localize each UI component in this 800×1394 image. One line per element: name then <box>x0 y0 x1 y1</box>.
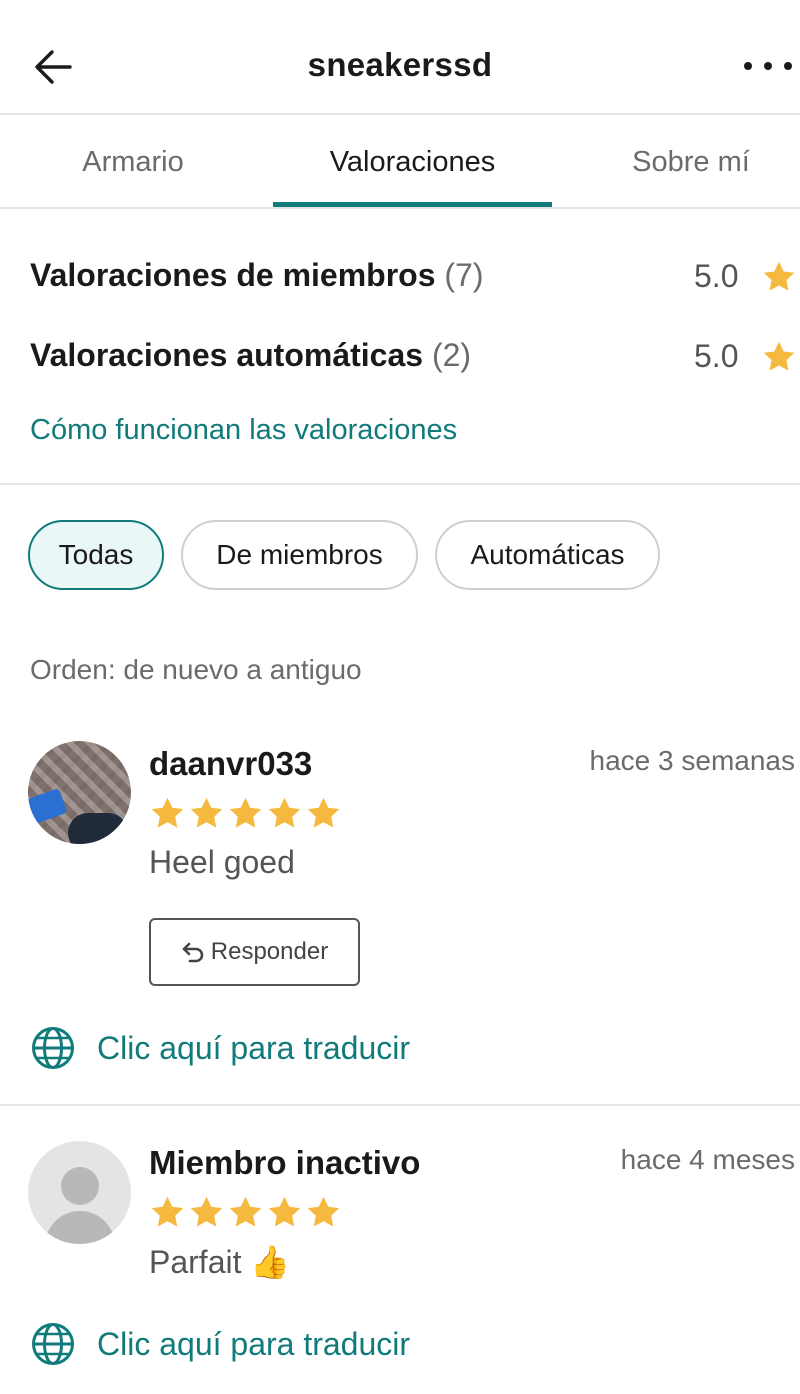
translate-link[interactable]: Clic aquí para traducir <box>30 1023 410 1073</box>
star-icon <box>763 261 795 291</box>
member-ratings-count: (7) <box>444 257 484 293</box>
reviewer-username[interactable]: daanvr033 <box>149 745 312 783</box>
automatic-ratings-title: Valoraciones automáticas <box>30 337 424 373</box>
member-ratings-label: Valoraciones de miembros (7) <box>30 257 484 294</box>
star-icon <box>268 797 301 828</box>
automatic-ratings-count: (2) <box>431 337 472 373</box>
top-bar: sneakerssd <box>0 0 800 115</box>
star-icon <box>229 1196 262 1227</box>
star-icon <box>307 797 340 828</box>
reviewer-avatar[interactable] <box>28 741 131 844</box>
sort-order-label[interactable]: Orden: de nuevo a antiguo <box>30 654 362 686</box>
translate-label: Clic aquí para traducir <box>97 1030 411 1066</box>
default-avatar-body <box>45 1211 115 1244</box>
profile-tabs: Armario Valoraciones Sobre mí <box>0 115 800 209</box>
star-icon <box>763 341 795 371</box>
automatic-ratings-score: 5.0 <box>694 338 739 374</box>
member-ratings-title: Valoraciones de miembros <box>30 257 436 293</box>
reply-button[interactable]: Responder <box>149 918 360 986</box>
star-icon <box>151 797 184 828</box>
how-ratings-work-link[interactable]: Cómo funcionan las valoraciones <box>30 414 457 447</box>
section-divider <box>0 483 800 485</box>
member-ratings-score: 5.0 <box>694 258 739 294</box>
review-time: hace 3 semanas <box>589 745 795 776</box>
star-icon <box>268 1196 301 1227</box>
star-icon <box>307 1196 340 1227</box>
tab-armario[interactable]: Armario <box>0 115 266 207</box>
tab-valoraciones[interactable]: Valoraciones <box>273 115 552 207</box>
review-comment: Parfait 👍 <box>149 1244 291 1280</box>
default-avatar-icon <box>61 1167 99 1205</box>
more-dot <box>784 62 792 70</box>
more-horizontal-icon <box>744 62 752 70</box>
filter-todas-chip[interactable]: Todas <box>28 520 164 590</box>
page-title: sneakerssd <box>307 46 493 83</box>
filter-automaticas-chip[interactable]: Automáticas <box>435 520 660 590</box>
reply-label: Responder <box>210 938 329 965</box>
globe-icon <box>32 1323 74 1365</box>
active-tab-indicator <box>273 202 552 207</box>
review-comment: Heel goed <box>149 844 295 880</box>
star-icon <box>229 797 262 828</box>
translate-link[interactable]: Clic aquí para traducir <box>30 1319 410 1369</box>
star-icon <box>190 1196 223 1227</box>
automatic-ratings-label: Valoraciones automáticas (2) <box>30 337 471 374</box>
reviewer-username: Miembro inactivo <box>149 1144 421 1181</box>
avatar-photo-detail <box>68 813 128 844</box>
reply-icon <box>182 942 204 963</box>
tab-sobre-mi[interactable]: Sobre mí <box>552 115 800 207</box>
globe-icon <box>32 1027 74 1069</box>
review-time: hace 4 meses <box>620 1144 795 1175</box>
review-rating-stars <box>149 1194 344 1232</box>
reviewer-avatar[interactable] <box>28 1141 131 1244</box>
translate-label: Clic aquí para traducir <box>97 1326 411 1362</box>
star-icon <box>151 1196 184 1227</box>
review-rating-stars <box>149 795 344 833</box>
filter-de-miembros-chip[interactable]: De miembros <box>181 520 418 590</box>
more-options-button[interactable] <box>744 54 800 78</box>
more-dot <box>764 62 772 70</box>
star-icon <box>190 797 223 828</box>
avatar-photo-detail <box>28 787 68 825</box>
review-divider <box>0 1104 800 1106</box>
